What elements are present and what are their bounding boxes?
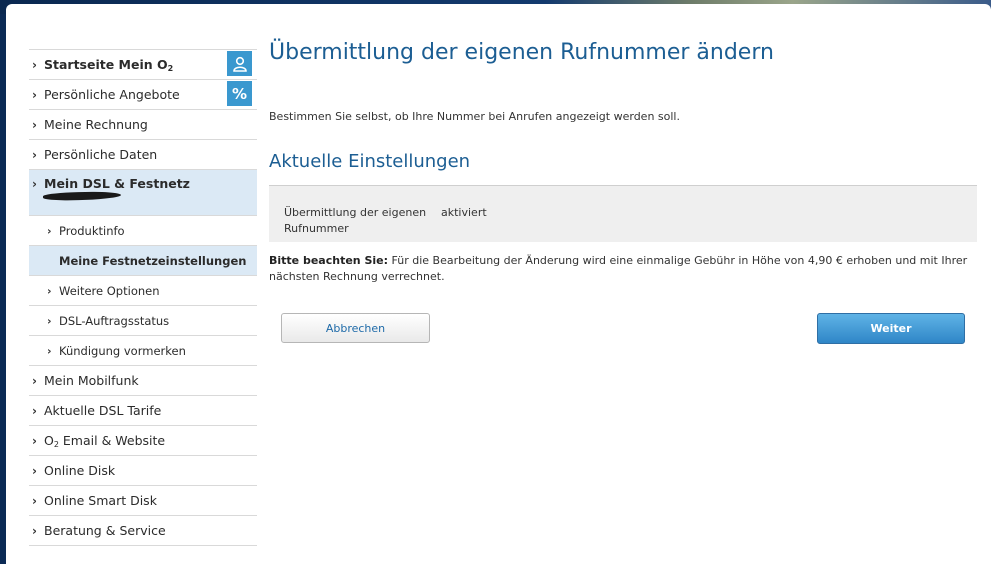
next-button[interactable]: Weiter bbox=[817, 313, 965, 344]
user-icon[interactable] bbox=[227, 51, 252, 76]
chevron-right-icon: › bbox=[32, 57, 37, 72]
chevron-right-icon: › bbox=[32, 147, 37, 162]
chevron-right-icon: › bbox=[32, 373, 37, 388]
sidebar-item-online-disk[interactable]: › Online Disk bbox=[29, 456, 257, 486]
sidebar-item-label: Kündigung vormerken bbox=[59, 343, 186, 358]
chevron-right-icon: › bbox=[32, 463, 37, 478]
sidebar-item-label: Persönliche Daten bbox=[44, 147, 158, 162]
sidebar-subitem-dsl-auftragsstatus[interactable]: › DSL-Auftragsstatus bbox=[29, 306, 257, 336]
sidebar-item-mobilfunk[interactable]: › Mein Mobilfunk bbox=[29, 366, 257, 396]
chevron-right-icon: › bbox=[47, 314, 52, 327]
chevron-right-icon: › bbox=[47, 344, 52, 357]
sidebar-item-label: O2 Email & Website bbox=[44, 432, 166, 449]
chevron-right-icon: › bbox=[32, 433, 37, 448]
sidebar-subitem-weitere-optionen[interactable]: › Weitere Optionen bbox=[29, 276, 257, 306]
note-label: Bitte beachten Sie: bbox=[269, 254, 389, 267]
chevron-right-icon: › bbox=[32, 117, 37, 132]
sidebar-item-angebote[interactable]: › Persönliche Angebote % bbox=[29, 80, 257, 110]
sidebar-item-label: Online Smart Disk bbox=[44, 493, 157, 508]
sidebar-subitem-festnetzeinstellungen[interactable]: Meine Festnetzeinstellungen bbox=[29, 246, 257, 276]
chevron-right-icon: › bbox=[32, 523, 37, 538]
setting-value: aktiviert bbox=[441, 206, 487, 219]
chevron-right-icon: › bbox=[32, 87, 37, 102]
sidebar-item-label: Beratung & Service bbox=[44, 523, 166, 538]
sidebar-item-label: Persönliche Angebote bbox=[44, 87, 180, 102]
sidebar-item-startseite[interactable]: › Startseite Mein O2 bbox=[29, 50, 257, 80]
sidebar-item-label: Meine Rechnung bbox=[44, 117, 148, 132]
sidebar-item-label: Mein DSL & Festnetz bbox=[44, 176, 190, 191]
setting-label: Übermittlung der eigenen Rufnummer bbox=[284, 206, 427, 235]
redaction-mark bbox=[42, 190, 122, 202]
sidebar-item-label: Produktinfo bbox=[59, 223, 125, 238]
chevron-right-icon: › bbox=[32, 177, 37, 191]
cancel-button[interactable]: Abbrechen bbox=[281, 313, 430, 343]
page-container: › Startseite Mein O2 › Persönliche Angeb… bbox=[6, 4, 991, 564]
sidebar-item-dsl-tarife[interactable]: › Aktuelle DSL Tarife bbox=[29, 396, 257, 426]
settings-panel: Übermittlung der eigenen Rufnummer aktiv… bbox=[269, 185, 977, 242]
sidebar-item-smart-disk[interactable]: › Online Smart Disk bbox=[29, 486, 257, 516]
chevron-right-icon: › bbox=[47, 284, 52, 297]
sidebar-item-beratung[interactable]: › Beratung & Service bbox=[29, 516, 257, 546]
sidebar-item-email-website[interactable]: › O2 Email & Website bbox=[29, 426, 257, 456]
sidebar-item-label: Meine Festnetzeinstellungen bbox=[59, 253, 247, 268]
page-title: Übermittlung der eigenen Rufnummer änder… bbox=[269, 40, 774, 65]
sidebar-nav: › Startseite Mein O2 › Persönliche Angeb… bbox=[29, 49, 257, 546]
sidebar-item-rechnung[interactable]: › Meine Rechnung bbox=[29, 110, 257, 140]
sidebar-item-label: Mein Mobilfunk bbox=[44, 373, 139, 388]
chevron-right-icon: › bbox=[32, 493, 37, 508]
sidebar-item-dsl-festnetz[interactable]: › Mein DSL & Festnetz bbox=[29, 170, 257, 216]
sidebar-item-label: Startseite Mein O2 bbox=[44, 56, 174, 73]
chevron-right-icon: › bbox=[47, 224, 52, 237]
sidebar-item-label: Online Disk bbox=[44, 463, 116, 478]
sidebar-subitem-kuendigung[interactable]: › Kündigung vormerken bbox=[29, 336, 257, 366]
sidebar-item-label: Aktuelle DSL Tarife bbox=[44, 403, 162, 418]
intro-text: Bestimmen Sie selbst, ob Ihre Nummer bei… bbox=[269, 110, 680, 123]
section-title: Aktuelle Einstellungen bbox=[269, 151, 471, 172]
sidebar-item-label: DSL-Auftragsstatus bbox=[59, 313, 170, 328]
sidebar-item-daten[interactable]: › Persönliche Daten bbox=[29, 140, 257, 170]
chevron-right-icon: › bbox=[32, 403, 37, 418]
sidebar-item-label: Weitere Optionen bbox=[59, 283, 160, 298]
fee-note: Bitte beachten Sie: Für die Bearbeitung … bbox=[269, 253, 974, 285]
percent-icon[interactable]: % bbox=[227, 81, 252, 106]
sidebar-subitem-produktinfo[interactable]: › Produktinfo bbox=[29, 216, 257, 246]
